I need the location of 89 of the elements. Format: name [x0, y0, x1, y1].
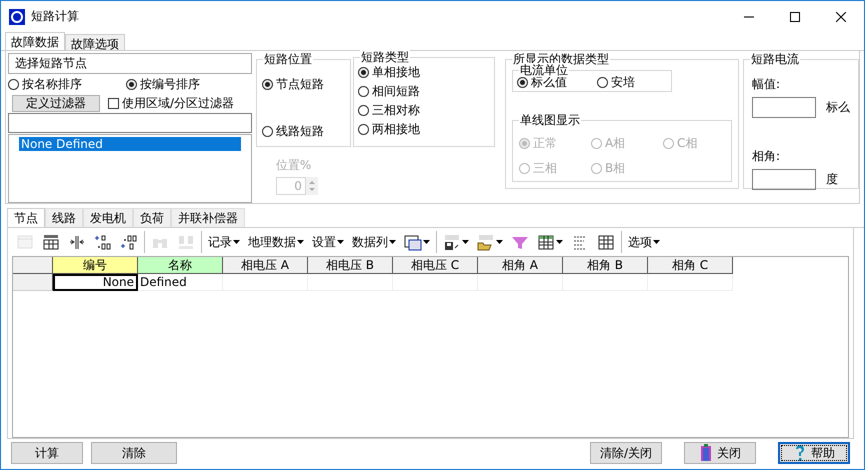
group-title: 短路类型 [360, 50, 410, 64]
tab[interactable]: 并联补偿器 [171, 208, 245, 227]
spin-arrows-icon [306, 177, 318, 195]
menu-button[interactable]: 地理数据 [246, 234, 306, 250]
tab[interactable]: 故障数据 [5, 32, 65, 50]
caret-icon [653, 240, 660, 244]
group-title: 单线图显示 [519, 113, 581, 127]
group-title: 短路电流 [750, 52, 800, 66]
tab[interactable]: 发电机 [83, 208, 133, 227]
table-cell[interactable] [478, 274, 563, 291]
radio-button[interactable]: 节点短路 [262, 76, 346, 93]
table-cell[interactable] [393, 274, 478, 291]
column-header[interactable]: 名称 [138, 257, 223, 274]
radio-button[interactable]: 相间短路 [358, 83, 490, 100]
grid-icon [537, 234, 555, 250]
unit-label: 标么 [826, 99, 850, 116]
header-corner [13, 257, 53, 274]
list-item[interactable]: None Defined [19, 137, 241, 151]
close-button[interactable]: 关闭 [684, 442, 756, 464]
table-cell[interactable]: Defined [138, 274, 223, 291]
window-title: 短路计算 [31, 8, 80, 25]
tab[interactable]: 负荷 [133, 208, 171, 227]
tab[interactable]: 故障选项 [65, 34, 125, 50]
radio-button[interactable]: 三相对称 [358, 102, 490, 119]
app-icon [9, 8, 25, 24]
menu-button[interactable]: 选项 [626, 234, 662, 250]
column-header[interactable]: 编号 [53, 257, 138, 274]
radio-button[interactable]: 安培 [597, 74, 635, 91]
toolbar-button[interactable] [475, 234, 505, 250]
caret-icon [297, 240, 304, 244]
action-button[interactable]: 清除/关闭 [590, 442, 662, 464]
column-header[interactable]: 相电压 A [223, 257, 308, 274]
caret-icon [389, 240, 396, 244]
table-cell[interactable]: None [53, 274, 138, 291]
filter-field[interactable] [8, 113, 252, 133]
table-icon [16, 234, 34, 250]
section-label: 选择短路节点 [8, 53, 252, 74]
split-icon [68, 234, 86, 250]
radio-button[interactable]: 按编号排序 [126, 76, 200, 92]
grid-icon [42, 234, 60, 250]
group-title: 短路位置 [262, 52, 313, 66]
caret-icon [233, 240, 240, 244]
radio-button[interactable]: 线路短路 [262, 123, 346, 140]
door-icon [699, 444, 713, 462]
position-label: 位置% [276, 157, 312, 174]
caret-icon [556, 240, 563, 244]
unit-label: 度 [826, 171, 838, 188]
table-cell[interactable] [648, 274, 733, 291]
help-button[interactable]: 帮助 [778, 442, 850, 464]
row-header[interactable] [13, 274, 53, 291]
menu-button[interactable]: 设置 [310, 234, 346, 250]
table-cell[interactable] [563, 274, 648, 291]
caret-icon [496, 240, 503, 244]
toolbar-button[interactable] [402, 234, 432, 250]
decimal-increase-icon [94, 234, 112, 250]
action-button[interactable]: 计算 [11, 442, 83, 464]
column-header[interactable]: 相角 C [648, 257, 733, 274]
column-header[interactable]: 相角 A [478, 257, 563, 274]
radio-button[interactable]: 两相接地 [358, 121, 490, 138]
menu-button[interactable]: 数据列 [350, 234, 398, 250]
table-cell[interactable] [223, 274, 308, 291]
tab[interactable]: 线路 [45, 208, 83, 227]
maximize-icon [790, 12, 800, 22]
group-title: 电流单位 [519, 63, 569, 77]
help-icon [793, 444, 807, 462]
decimal-decrease-icon [120, 234, 138, 250]
table-cell[interactable] [308, 274, 393, 291]
field-label: 幅值: [752, 76, 782, 93]
column-header[interactable]: 相电压 C [393, 257, 478, 274]
close-icon [836, 12, 846, 22]
grid-icon [597, 234, 615, 250]
column-header[interactable]: 相角 B [563, 257, 648, 274]
window-icon [404, 234, 422, 250]
caret-icon [337, 240, 344, 244]
menu-button[interactable]: 记录 [206, 234, 242, 250]
save-icon [443, 234, 461, 250]
column-header[interactable]: 相电压 B [308, 257, 393, 274]
checkbox[interactable]: 使用区域/分区过滤器 [108, 94, 234, 112]
folder-icon [477, 234, 495, 250]
filter-button[interactable]: 定义过滤器 [12, 94, 100, 112]
radio-button[interactable]: 按名称排序 [8, 76, 82, 92]
action-button[interactable]: 清除 [91, 442, 177, 464]
radio-button[interactable]: 单相接地 [358, 64, 490, 81]
field-label: 相角: [752, 148, 782, 165]
magnitude-field[interactable] [752, 97, 816, 118]
angle-field[interactable] [752, 169, 816, 190]
tab[interactable]: 节点 [7, 208, 45, 227]
caret-icon [423, 240, 430, 244]
caret-icon [462, 240, 469, 244]
